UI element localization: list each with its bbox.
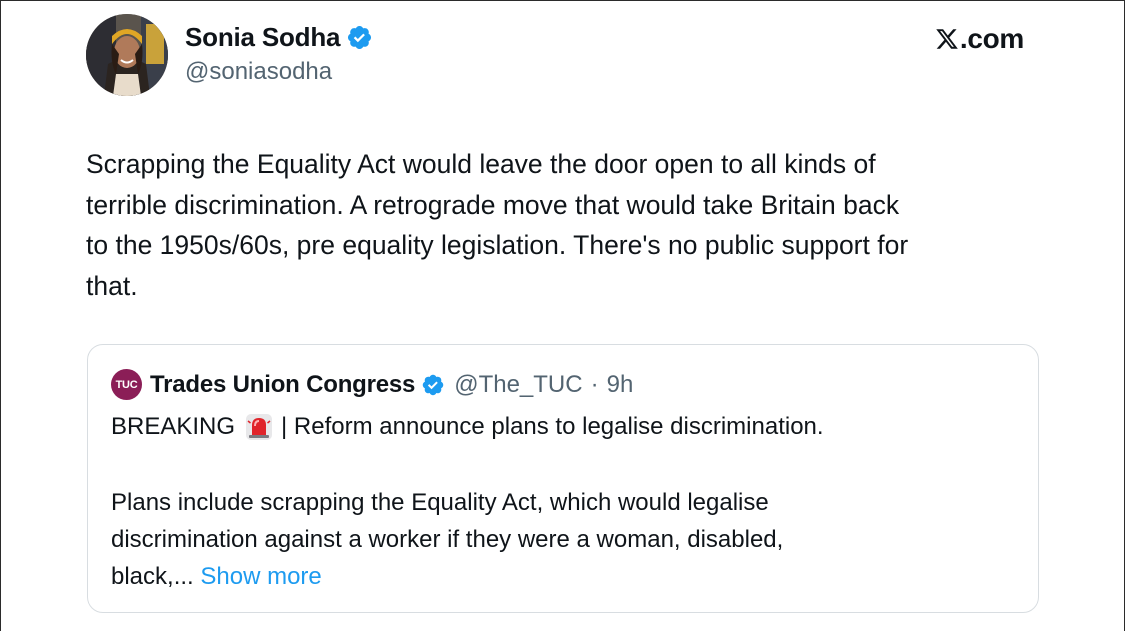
quoted-handle[interactable]: @The_TUC bbox=[454, 371, 582, 399]
avatar-photo bbox=[86, 14, 168, 96]
quoted-body: Plans include scrapping the Equality Act… bbox=[111, 484, 1011, 595]
author-display-name[interactable]: Sonia Sodha bbox=[185, 22, 340, 53]
tweet-line: Scrapping the Equality Act would leave t… bbox=[86, 149, 876, 179]
quoted-display-name[interactable]: Trades Union Congress bbox=[150, 371, 415, 399]
quoted-tweet-header: TUC Trades Union Congress @The_TUC · 9h bbox=[111, 369, 633, 400]
police-light-icon bbox=[246, 414, 273, 440]
quoted-line: Plans include scrapping the Equality Act… bbox=[111, 489, 769, 516]
meta-separator: · bbox=[590, 370, 599, 398]
tweet-line: that. bbox=[86, 270, 138, 301]
tuc-logo-avatar[interactable]: TUC bbox=[111, 369, 142, 400]
tweet-line: to the 1950s/60s, pre equality legislati… bbox=[86, 230, 909, 260]
verified-badge-icon bbox=[348, 25, 372, 50]
tweet-screenshot: Sonia Sodha @soniasodha .com Scrapping t… bbox=[0, 0, 1125, 631]
author-handle[interactable]: @soniasodha bbox=[185, 58, 332, 86]
x-logo-icon bbox=[936, 29, 958, 49]
tweet-body: Scrapping the Equality Act would leave t… bbox=[86, 144, 1046, 306]
verified-badge-icon bbox=[422, 374, 444, 395]
site-label: .com bbox=[959, 23, 1024, 54]
author-name-row[interactable]: Sonia Sodha bbox=[185, 22, 373, 53]
quoted-breaking-line: BREAKING | Reform announce plans to lega… bbox=[111, 413, 824, 441]
quoted-line: discrimination against a worker if they … bbox=[111, 526, 784, 553]
quoted-line-last: black,... Show more bbox=[111, 558, 1011, 595]
quoted-line-text: black,... bbox=[111, 563, 194, 590]
breaking-label: BREAKING bbox=[111, 413, 236, 440]
quoted-tweet-card[interactable]: TUC Trades Union Congress @The_TUC · 9h … bbox=[87, 344, 1039, 613]
tweet-line: terrible discrimination. A retrograde mo… bbox=[86, 189, 900, 220]
breaking-text: | Reform announce plans to legalise disc… bbox=[281, 413, 824, 440]
x-brand: .com bbox=[935, 23, 1024, 55]
quoted-timestamp[interactable]: 9h bbox=[607, 371, 634, 399]
show-more-link[interactable]: Show more bbox=[200, 563, 321, 590]
author-avatar[interactable] bbox=[86, 14, 168, 96]
